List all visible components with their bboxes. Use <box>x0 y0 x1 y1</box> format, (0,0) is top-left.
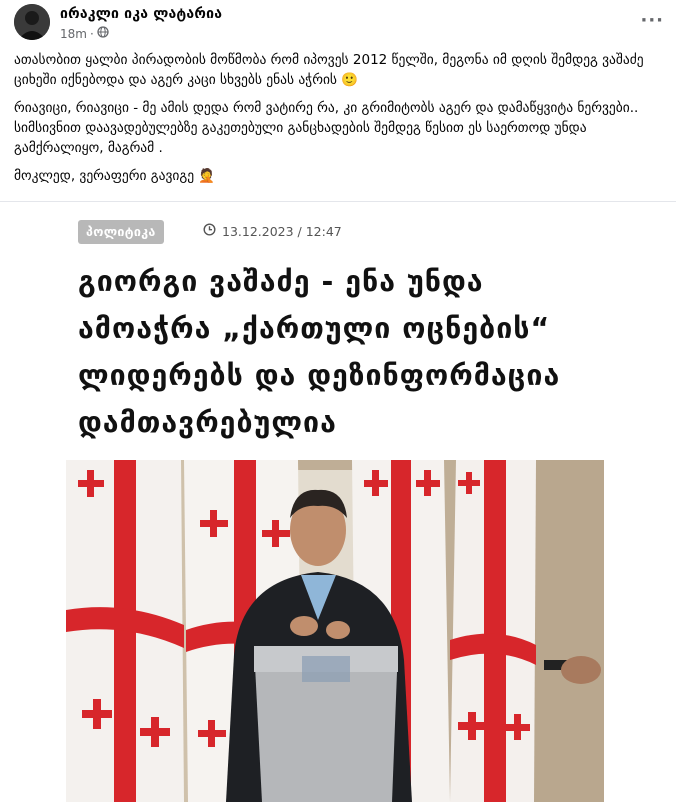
podium <box>254 646 398 802</box>
author-avatar[interactable] <box>14 4 50 40</box>
globe-icon <box>97 26 109 41</box>
shared-article[interactable]: პოლიტიკა 13.12.2023 / 12:47 გიორგი ვაშაძ… <box>0 202 676 802</box>
post-time[interactable]: 18m <box>60 27 87 41</box>
post-meta: 18m · <box>60 26 109 41</box>
category-badge[interactable]: პოლიტიკა <box>78 220 164 244</box>
post-paragraph: ათასობით ყალბი პირადობის მოწმობა რომ იპო… <box>14 52 644 88</box>
article-date: 13.12.2023 / 12:47 <box>203 223 342 239</box>
more-options-button[interactable]: ··· <box>640 10 664 31</box>
author-name[interactable]: ირაკლი იკა ლატარია <box>60 6 222 22</box>
article-photo[interactable] <box>66 460 604 802</box>
post-header: ირაკლი იკა ლატარია 18m · ··· <box>14 4 664 44</box>
post-paragraph: მოკლედ, ვერაფერი გავიგე 🤦 <box>14 168 216 184</box>
georgian-flag <box>450 460 536 802</box>
article-datetime: 13.12.2023 / 12:47 <box>222 223 342 239</box>
post-paragraph: რიავიცი, რიავიცი - მე ამის დედა რომ ვატი… <box>14 100 639 156</box>
article-headline[interactable]: გიორგი ვაშაძე - ენა უნდა ამოაჭრა „ქართულ… <box>78 258 608 446</box>
clock-icon <box>203 223 216 239</box>
post-body: ათასობით ყალბი პირადობის მოწმობა რომ იპო… <box>14 50 664 194</box>
georgian-flag <box>66 460 184 802</box>
meta-separator: · <box>89 26 94 41</box>
